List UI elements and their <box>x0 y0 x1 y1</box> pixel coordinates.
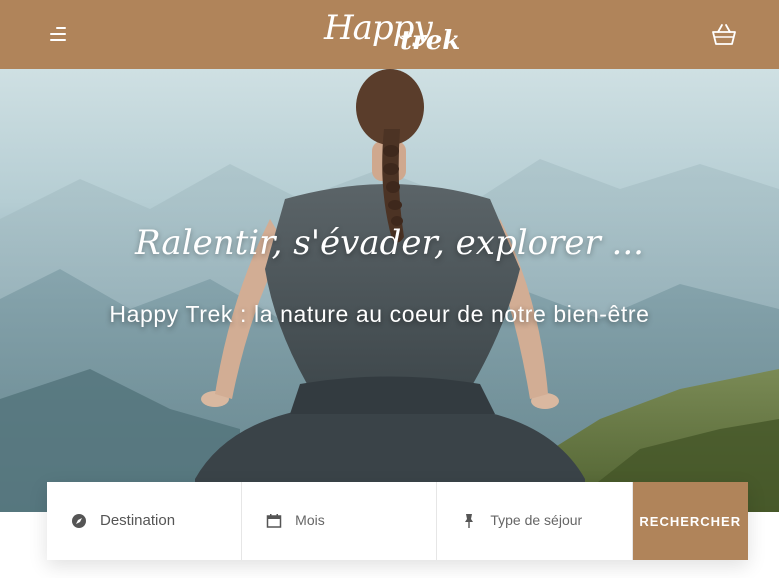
hero-title: Ralentir, s'évader, explorer ... <box>135 223 644 263</box>
destination-field[interactable]: Destination <box>47 482 243 560</box>
basket-icon[interactable] <box>710 22 738 48</box>
trip-search-bar: Destination Mois Type de séjour RECHERCH… <box>47 482 749 560</box>
destination-label: Destination <box>100 512 176 529</box>
month-field[interactable]: Mois <box>242 482 438 560</box>
hero-subtitle: Happy Trek : la nature au coeur de notre… <box>109 301 650 327</box>
calendar-icon <box>266 513 282 529</box>
hero-banner: Ralentir, s'évader, explorer ... Happy T… <box>0 69 779 512</box>
menu-icon[interactable] <box>46 24 68 44</box>
month-label: Mois <box>295 512 325 528</box>
site-logo[interactable]: Happy trek <box>322 6 472 64</box>
compass-icon <box>71 513 87 529</box>
logo-trek-text: trek <box>400 26 461 56</box>
search-button[interactable]: RECHERCHER <box>632 482 749 560</box>
stay-type-label: Type de séjour <box>490 512 583 528</box>
hero-background-image <box>0 69 779 512</box>
pin-icon <box>461 513 477 529</box>
stay-type-field[interactable]: Type de séjour <box>437 482 633 560</box>
site-header: Happy trek <box>0 0 779 69</box>
